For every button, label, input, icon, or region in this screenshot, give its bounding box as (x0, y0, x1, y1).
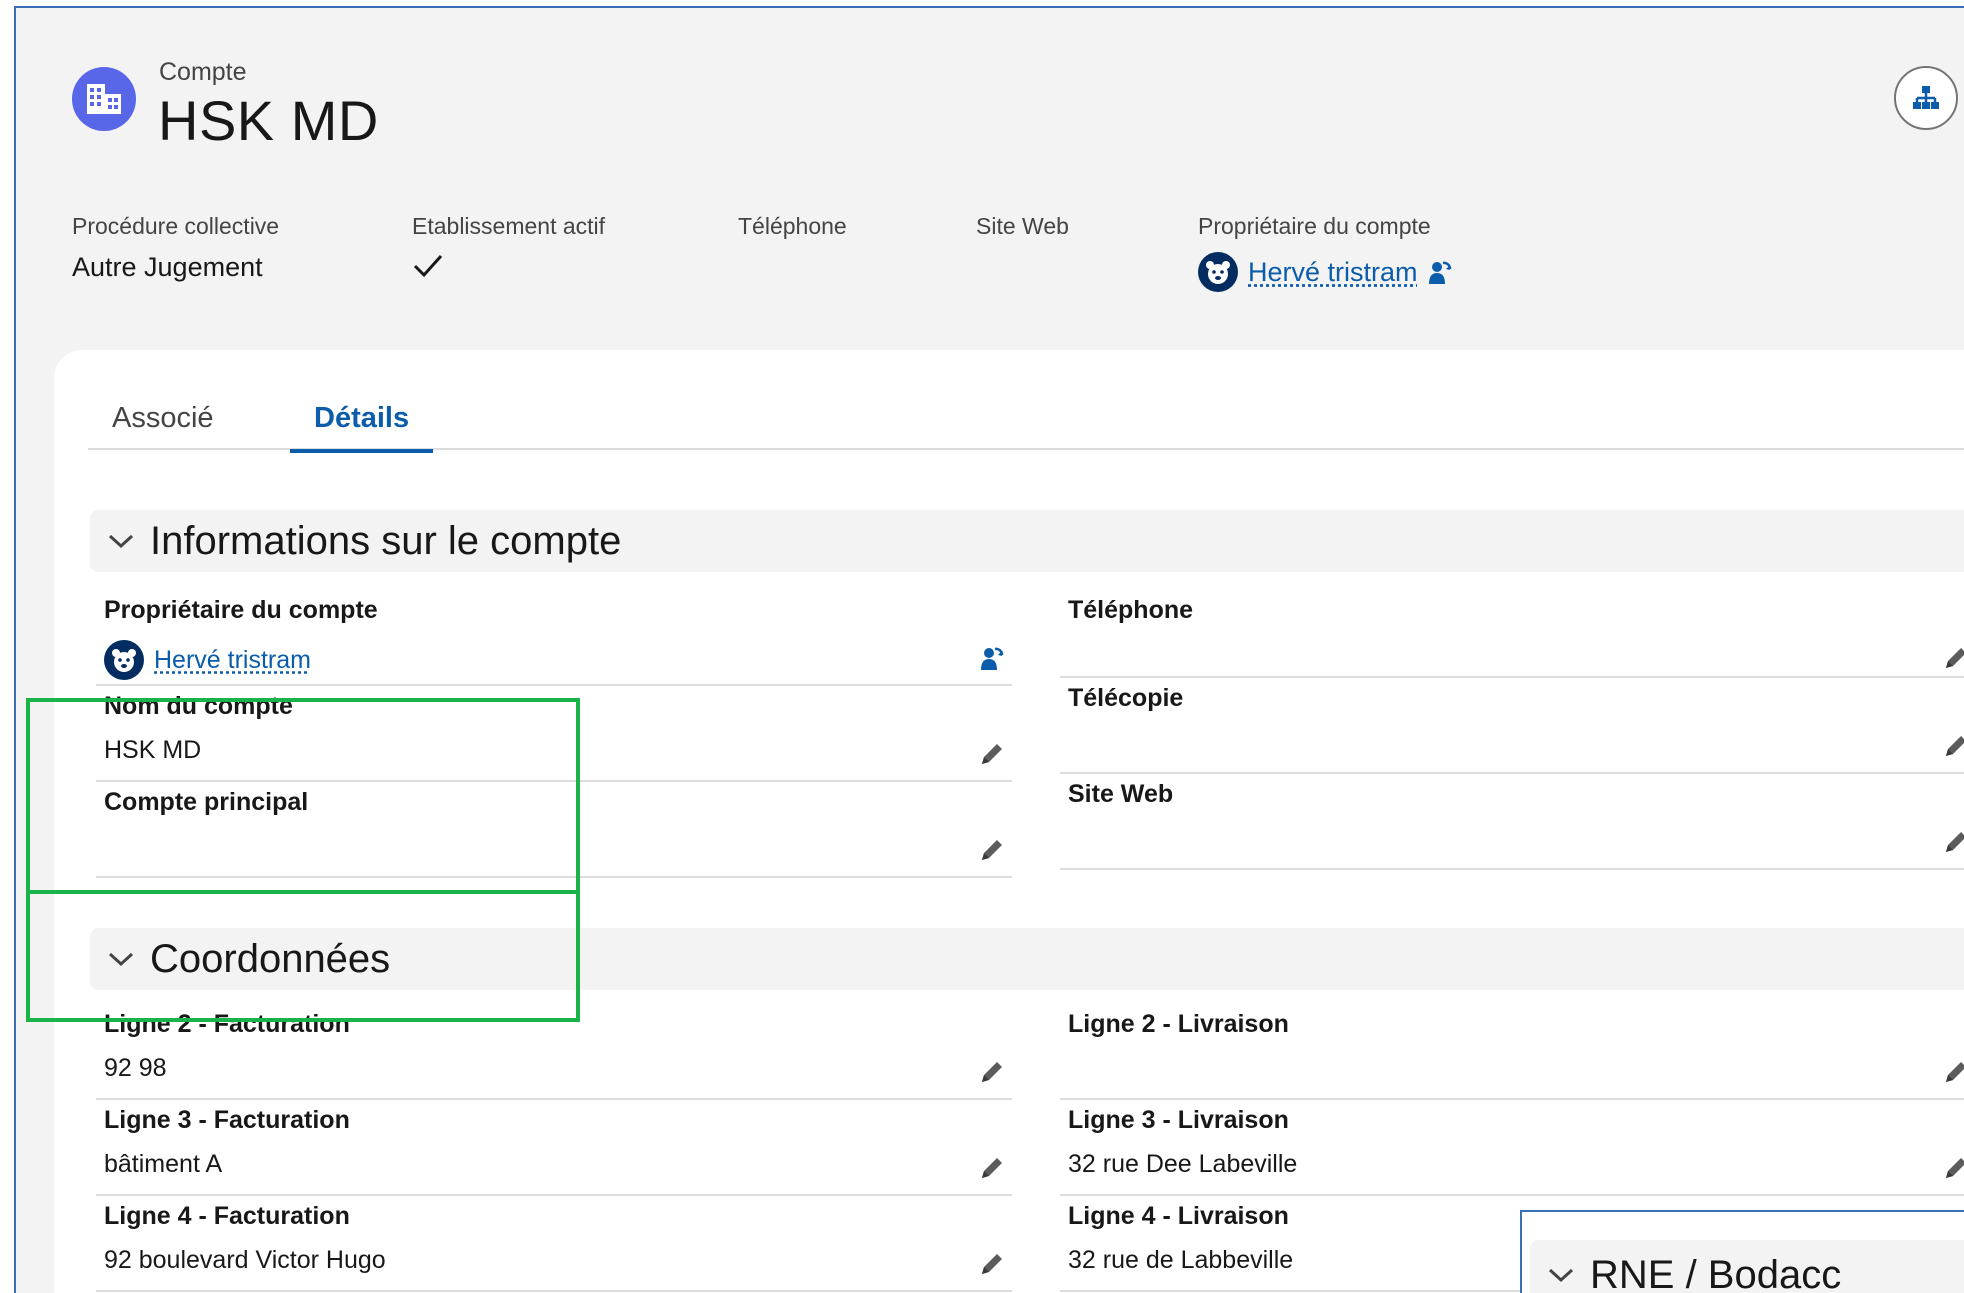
section-title: Informations sur le compte (150, 518, 622, 563)
highlight-box-account-fields (26, 698, 580, 894)
highlight-proprietaire: Propriétaire du compte Hervé tristram (1198, 213, 1452, 292)
field-label: Ligne 4 - Facturation (104, 1202, 350, 1230)
rne-bodacc-panel: RNE / Bodacc (1520, 1210, 1964, 1293)
field-ligne-3-livraison: Ligne 3 - Livraison 32 rue Dee Labeville (1060, 1100, 1964, 1196)
check-icon (413, 254, 443, 278)
section-header-account-info[interactable]: Informations sur le compte (90, 510, 1964, 572)
highlight-box-coordonnees (26, 890, 580, 1022)
pencil-icon[interactable] (1942, 644, 1964, 672)
highlight-label: Téléphone (738, 213, 847, 239)
chevron-down-icon (108, 533, 142, 549)
field-site-web: Site Web (1060, 774, 1964, 870)
field-ligne-3-facturation: Ligne 3 - Facturation bâtiment A (96, 1100, 1012, 1196)
hierarchy-icon (1913, 86, 1939, 109)
highlight-label: Etablissement actif (412, 213, 606, 239)
object-type-label: Compte (159, 58, 247, 86)
field-proprietaire-du-compte: Propriétaire du compte Hervé tristram (96, 590, 1012, 686)
pencil-icon[interactable] (978, 740, 1006, 768)
field-value: 32 rue Dee Labeville (1068, 1150, 1298, 1178)
field-label: Télécopie (1068, 684, 1184, 712)
field-value: 92 98 (104, 1054, 167, 1082)
field-value: 32 rue de Labbeville (1068, 1246, 1294, 1274)
building-icon (72, 67, 136, 131)
tab-details[interactable]: Détails (290, 402, 434, 453)
owner-link[interactable]: Hervé tristram (1248, 257, 1418, 288)
field-label: Site Web (1068, 780, 1174, 808)
owner-link[interactable]: Hervé tristram (154, 646, 311, 675)
pencil-icon[interactable] (1942, 828, 1964, 856)
field-label: Ligne 3 - Livraison (1068, 1106, 1289, 1134)
chevron-down-icon (1548, 1267, 1582, 1283)
tab-bar: Associé Détails (88, 398, 1964, 453)
highlight-label: Propriétaire du compte (1198, 213, 1431, 239)
field-label: Propriétaire du compte (104, 596, 378, 624)
tab-associe[interactable]: Associé (112, 402, 214, 449)
pencil-icon[interactable] (1942, 1058, 1964, 1086)
highlight-label: Site Web (976, 213, 1069, 239)
highlight-label: Procédure collective (72, 213, 280, 239)
pencil-icon[interactable] (1942, 732, 1964, 760)
field-ligne-2-livraison: Ligne 2 - Livraison (1060, 1004, 1964, 1100)
highlight-value: Autre Jugement (72, 252, 263, 282)
record-page: Compte HSK MD Procédure collective Autre… (14, 6, 1964, 1293)
field-label: Téléphone (1068, 596, 1194, 624)
field-value: 92 boulevard Victor Hugo (104, 1246, 386, 1274)
highlight-etablissement-actif: Etablissement actif (412, 213, 605, 280)
page-title: HSK MD (158, 89, 379, 152)
field-ligne-4-facturation: Ligne 4 - Facturation 92 boulevard Victo… (96, 1196, 1012, 1292)
highlight-procedure-collective: Procédure collective Autre Jugement (72, 213, 279, 283)
pencil-icon[interactable] (978, 1058, 1006, 1086)
highlight-site-web: Site Web (976, 213, 1069, 252)
field-label: Ligne 3 - Facturation (104, 1106, 350, 1134)
highlight-telephone: Téléphone (738, 213, 847, 252)
user-avatar (104, 640, 144, 680)
user-avatar (1198, 252, 1238, 292)
change-owner-icon[interactable] (1428, 259, 1452, 285)
field-label: Ligne 2 - Livraison (1068, 1010, 1289, 1038)
section-header-rne-bodacc[interactable]: RNE / Bodacc (1530, 1240, 1964, 1293)
section-title: RNE / Bodacc (1590, 1252, 1842, 1293)
pencil-icon[interactable] (978, 1250, 1006, 1278)
field-telephone: Téléphone (1060, 590, 1964, 678)
pencil-icon[interactable] (978, 836, 1006, 864)
view-hierarchy-button[interactable] (1894, 66, 1958, 130)
field-label: Ligne 4 - Livraison (1068, 1202, 1289, 1230)
pencil-icon[interactable] (978, 1154, 1006, 1182)
field-value: bâtiment A (104, 1150, 223, 1178)
field-telecopie: Télécopie (1060, 678, 1964, 774)
pencil-icon[interactable] (1942, 1154, 1964, 1182)
change-owner-icon[interactable] (978, 644, 1006, 672)
